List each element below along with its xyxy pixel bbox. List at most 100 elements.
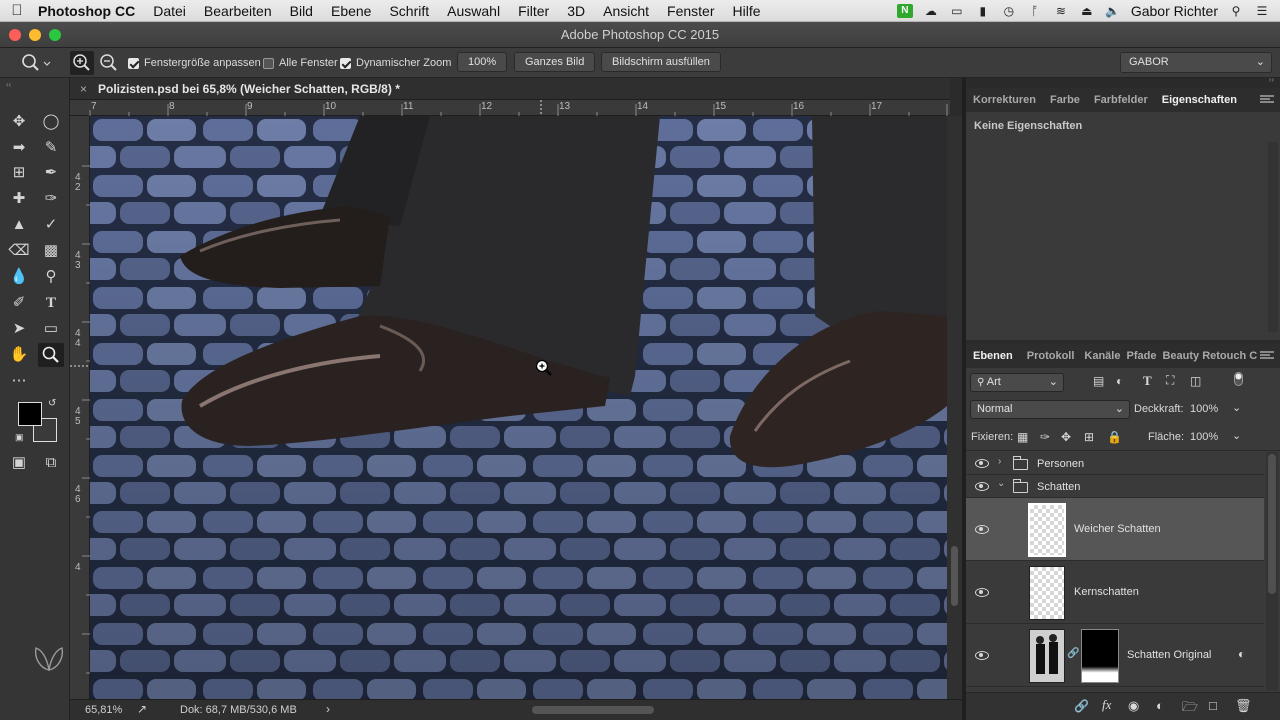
fill-screen-button[interactable]: Bildschirm ausfüllen	[601, 52, 721, 72]
filter-shape-layers-icon[interactable]: ⛶	[1166, 373, 1174, 388]
tab-protokoll[interactable]: Protokoll	[1020, 350, 1082, 362]
menu-hilfe[interactable]: Hilfe	[724, 3, 770, 19]
wifi-icon[interactable]: ≋	[1053, 4, 1069, 18]
lock-all-icon[interactable]: 🔒	[1107, 430, 1122, 444]
layer-mask-thumbnail[interactable]	[1081, 629, 1119, 683]
window-zoom-button[interactable]	[49, 29, 61, 41]
layer-effects-icon[interactable]: fx	[1102, 697, 1111, 713]
menu-bild[interactable]: Bild	[281, 3, 322, 19]
close-document-icon[interactable]: ×	[80, 82, 87, 96]
window-minimize-button[interactable]	[29, 29, 41, 41]
canvas-vertical-scrollbar[interactable]	[947, 116, 962, 699]
bluetooth-icon[interactable]: ᚩ	[1027, 4, 1043, 18]
menu-schrift[interactable]: Schrift	[380, 3, 438, 19]
quick-selection-tool-icon[interactable]: ✎	[38, 136, 64, 160]
vertical-scroll-thumb[interactable]	[951, 546, 958, 606]
layer-row[interactable]: Kernschatten	[966, 561, 1264, 624]
menu-ebene[interactable]: Ebene	[322, 3, 380, 19]
pen-tool-icon[interactable]: ✐	[6, 291, 32, 315]
menu-datei[interactable]: Datei	[144, 3, 195, 19]
all-windows-option[interactable]: Alle Fenster	[263, 57, 338, 69]
cloud-icon[interactable]: ☁	[923, 4, 939, 18]
collapse-arrow-icon[interactable]: ⌄	[997, 478, 1005, 489]
document-tab[interactable]: × Polizisten.psd bei 65,8% (Weicher Scha…	[70, 78, 950, 100]
filter-smart-objects-icon[interactable]: ◫	[1190, 374, 1201, 388]
blend-mode-select[interactable]: Normal ⌄	[970, 400, 1130, 419]
zoom-tool-icon[interactable]	[38, 343, 64, 367]
hand-tool-icon[interactable]: ✋	[6, 343, 32, 367]
share-icon[interactable]: ↗	[137, 702, 147, 716]
expand-arrow-icon[interactable]: ›	[998, 456, 1001, 467]
vertical-ruler[interactable]: 4 2 4 3 4 4 4 5 4 6 4	[70, 116, 90, 699]
gradient-tool-icon[interactable]: ▩	[38, 239, 64, 263]
new-layer-icon[interactable]: □	[1209, 698, 1217, 713]
battery-icon[interactable]: ▮	[975, 4, 991, 18]
tab-ebenen[interactable]: Ebenen	[966, 350, 1020, 362]
properties-scrollbar[interactable]	[1268, 142, 1278, 332]
layer-row-selected[interactable]: Weicher Schatten	[966, 498, 1264, 561]
filter-toggle-icon[interactable]	[1234, 372, 1243, 386]
menu-3d[interactable]: 3D	[558, 3, 594, 19]
layer-row[interactable]: ⌄ Schatten	[966, 475, 1264, 498]
fill-value[interactable]: 100%	[1190, 431, 1218, 443]
delete-layer-icon[interactable]: 🗑	[1235, 698, 1252, 714]
document-size-readout[interactable]: Dok: 68,7 MB/530,6 MB	[180, 704, 297, 716]
volume-icon[interactable]: 🔈	[1105, 4, 1121, 18]
fit-screen-button[interactable]: Ganzes Bild	[514, 52, 596, 72]
mask-link-icon[interactable]: 🔗	[1067, 648, 1079, 659]
zoom-level-readout[interactable]: 65,81%	[85, 704, 122, 716]
more-tools-icon[interactable]: ⋯	[6, 369, 32, 393]
time-machine-icon[interactable]: ◷	[1001, 4, 1017, 18]
horizontal-scroll-thumb[interactable]	[532, 706, 654, 714]
tab-farbe[interactable]: Farbe	[1043, 94, 1087, 106]
add-mask-icon[interactable]: ◉	[1128, 698, 1139, 714]
tab-kanaele[interactable]: Kanäle	[1081, 350, 1123, 362]
tab-pfade[interactable]: Pfade	[1123, 350, 1159, 362]
menu-fenster[interactable]: Fenster	[658, 3, 723, 19]
tab-korrekturen[interactable]: Korrekturen	[966, 94, 1043, 106]
visibility-eye-icon[interactable]	[975, 482, 989, 491]
lasso-tool-icon[interactable]: ➡	[6, 136, 32, 160]
history-brush-tool-icon[interactable]: ✓	[38, 213, 64, 237]
menu-auswahl[interactable]: Auswahl	[438, 3, 509, 19]
adjustment-layer-icon[interactable]: ◐	[1156, 698, 1164, 713]
horizontal-ruler[interactable]: 7 8 9 10 11 12 13 14 15 16 17	[70, 100, 950, 116]
lock-position-icon[interactable]: ✥	[1061, 430, 1071, 444]
filter-adjustment-layers-icon[interactable]: ◐	[1116, 374, 1123, 388]
all-windows-checkbox[interactable]	[263, 57, 274, 69]
panel-menu-icon[interactable]	[1260, 351, 1274, 359]
healing-brush-tool-icon[interactable]: ✚	[6, 187, 32, 211]
quick-mask-icon[interactable]: ▣	[6, 451, 32, 475]
display-icon[interactable]: ▭	[949, 4, 965, 18]
path-selection-tool-icon[interactable]: ➤	[6, 317, 32, 341]
blur-tool-icon[interactable]: 💧	[6, 265, 32, 289]
visibility-eye-icon[interactable]	[975, 525, 989, 534]
scrubby-zoom-checkbox[interactable]	[340, 57, 351, 69]
move-tool-icon[interactable]: ✥	[6, 110, 32, 134]
foreground-color-swatch[interactable]	[18, 402, 42, 426]
swap-colors-icon[interactable]: ↺	[48, 398, 56, 409]
filter-type-layers-icon[interactable]: T	[1143, 373, 1152, 389]
workspace-select[interactable]: GABOR ⌄	[1120, 52, 1272, 73]
menu-bearbeiten[interactable]: Bearbeiten	[195, 3, 281, 19]
lock-image-pixels-icon[interactable]: ✑	[1040, 430, 1050, 444]
new-group-icon[interactable]: 🗁	[1182, 698, 1198, 720]
layers-scrollbar[interactable]	[1266, 452, 1278, 690]
tab-eigenschaften[interactable]: Eigenschaften	[1155, 94, 1244, 106]
layers-scroll-thumb[interactable]	[1268, 454, 1276, 594]
dodge-tool-icon[interactable]: ⚲	[38, 265, 64, 289]
rectangle-tool-icon[interactable]: ▭	[38, 317, 64, 341]
evernote-icon[interactable]: N	[896, 3, 913, 18]
notification-center-icon[interactable]: ☰	[1254, 4, 1270, 18]
type-tool-icon[interactable]: T	[38, 291, 64, 315]
visibility-eye-icon[interactable]	[975, 651, 989, 660]
menu-filter[interactable]: Filter	[509, 3, 558, 19]
zoom-out-icon[interactable]	[97, 51, 121, 75]
spotlight-search-icon[interactable]: ⚲	[1228, 4, 1244, 18]
marquee-tool-icon[interactable]: ◯	[38, 110, 64, 134]
default-colors-icon[interactable]: ▣	[15, 432, 24, 443]
lock-transparent-pixels-icon[interactable]: ▦	[1017, 430, 1028, 444]
layer-filter-select[interactable]: ⚲ Art ⌄	[970, 373, 1064, 392]
window-close-button[interactable]	[9, 29, 21, 41]
visibility-eye-icon[interactable]	[975, 459, 989, 468]
